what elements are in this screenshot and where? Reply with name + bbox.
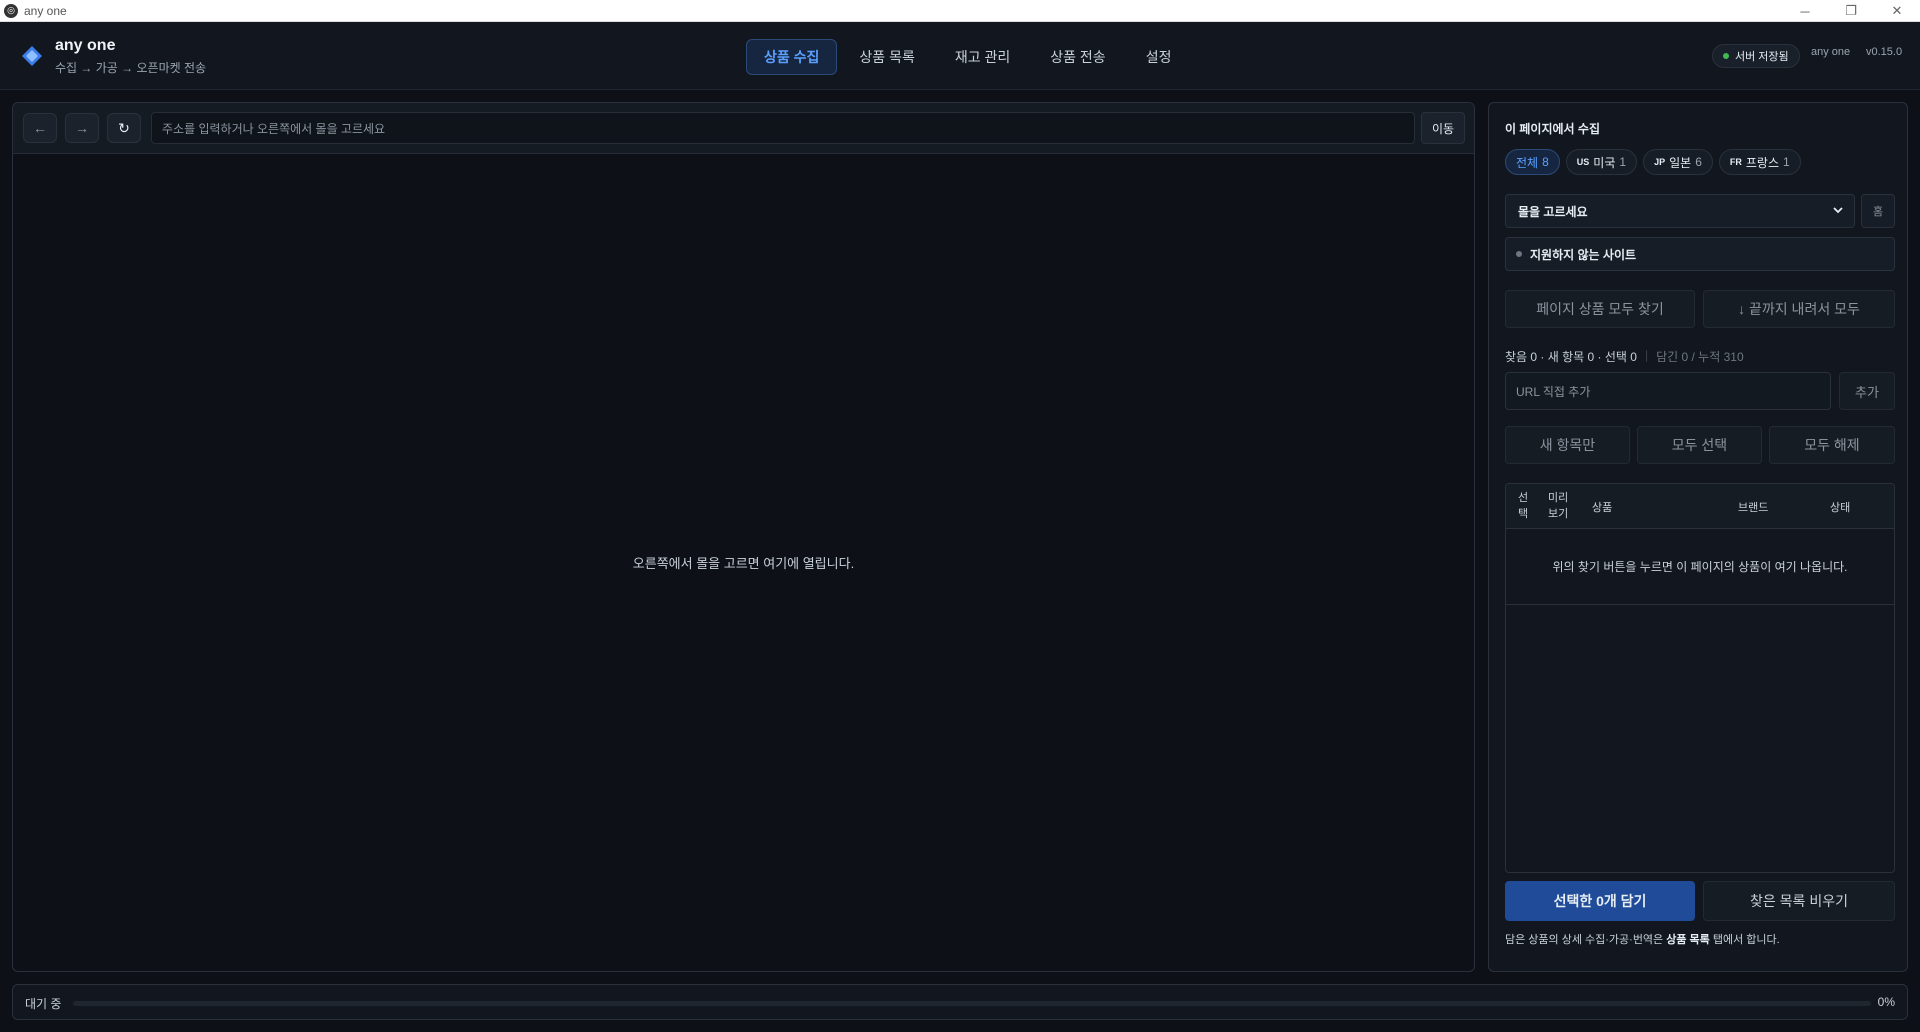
status-label: 대기 중 — [25, 997, 62, 1011]
new-only-button[interactable]: 새 항목만 — [1505, 426, 1630, 464]
top-nav: 상품 수집 상품 목록 재고 관리 상품 전송 설정 — [746, 39, 1189, 75]
server-status-badge: 서버 저장됨 — [1712, 44, 1800, 68]
window-controls: ─ ❐ ✕ — [1782, 0, 1920, 22]
collect-panel: 이 페이지에서 수집 전체 8 US 미국 1 JP 일본 6 FR 프랑스 1… — [1488, 102, 1908, 972]
refresh-icon: ↻ — [118, 119, 130, 136]
direct-url-input[interactable]: URL 직접 추가 — [1505, 372, 1831, 410]
scroll-find-all-button[interactable]: ↓ 끝까지 내려서 모두 — [1703, 290, 1895, 328]
refresh-button[interactable]: ↻ — [107, 113, 141, 143]
window-titlebar: ◎ any one ─ ❐ ✕ — [0, 0, 1920, 22]
site-support-status: 지원하지 않는 사이트 — [1505, 237, 1895, 271]
forward-button[interactable]: → — [65, 113, 99, 143]
url-input[interactable]: 주소를 입력하거나 오른쪽에서 몰을 고르세요 — [151, 112, 1415, 144]
mall-select[interactable]: 몰을 고르세요 — [1505, 194, 1855, 228]
col-brand: 브랜드 — [1738, 502, 1769, 514]
country-code: FR — [1729, 157, 1742, 167]
filter-chip-all[interactable]: 전체 8 — [1505, 149, 1560, 175]
chip-count: 6 — [1695, 155, 1702, 169]
chip-label: 전체 — [1516, 155, 1539, 170]
site-status-label: 지원하지 않는 사이트 — [1530, 247, 1637, 262]
go-button[interactable]: 이동 — [1421, 112, 1465, 144]
filter-chip-fr[interactable]: FR 프랑스 1 — [1718, 149, 1801, 175]
chip-count: 1 — [1619, 155, 1627, 169]
app-header: any one 수집 → 가공 → 오픈마켓 전송 상품 수집 상품 목록 재고… — [0, 22, 1920, 90]
table-header: 선택 미리 보기 상품 브랜드 상태 — [1506, 484, 1894, 529]
col-select: 선택 — [1518, 492, 1529, 520]
chip-label: 프랑스 — [1745, 155, 1779, 170]
total-stats: 담긴 0 / 누적 310 — [1656, 350, 1744, 364]
found-products-table: 선택 미리 보기 상품 브랜드 상태 위의 찾기 버튼을 누르면 이 페이지의 상… — [1505, 483, 1895, 873]
stats-divider: | — [1644, 348, 1649, 362]
collect-stats: 찾음 0 · 새 항목 0 · 선택 0 | 담긴 0 / 누적 310 — [1505, 348, 1744, 365]
country-code: US — [1576, 157, 1590, 167]
collect-footnote: 담은 상품의 상세 수집·가공·번역은 상품 목록 탭에서 합니다. — [1505, 931, 1780, 947]
status-dot-icon — [1723, 53, 1729, 59]
tab-collect[interactable]: 상품 수집 — [746, 39, 838, 75]
browser-toolbar: ← → ↻ 주소를 입력하거나 오른쪽에서 몰을 고르세요 이동 — [13, 103, 1474, 154]
user-name: any one — [1811, 46, 1851, 58]
embedded-browser: ← → ↻ 주소를 입력하거나 오른쪽에서 몰을 고르세요 이동 오른쪽에서 몰… — [12, 102, 1475, 972]
arrow-left-icon: ← — [33, 120, 47, 136]
clear-found-button[interactable]: 찾은 목록 비우기 — [1703, 881, 1895, 921]
app-subtitle: 수집 → 가공 → 오픈마켓 전송 — [55, 61, 207, 75]
mall-select-value: 몰을 고르세요 — [1518, 204, 1588, 219]
footnote-link-text: 상품 목록 — [1666, 934, 1710, 946]
col-status: 상태 — [1830, 502, 1851, 514]
filter-chip-jp[interactable]: JP 일본 6 — [1643, 149, 1713, 175]
found-stats: 찾음 0 · 새 항목 0 · 선택 0 — [1505, 350, 1637, 364]
filter-chip-us[interactable]: US 미국 1 — [1565, 149, 1638, 175]
restore-icon[interactable]: ❐ — [1828, 0, 1874, 22]
back-button[interactable]: ← — [23, 113, 57, 143]
app-version: v0.15.0 — [1866, 46, 1903, 58]
footnote-text: 담은 상품의 상세 수집·가공·번역은 — [1505, 934, 1667, 946]
find-all-products-button[interactable]: 페이지 상품 모두 찾기 — [1505, 290, 1695, 328]
close-icon[interactable]: ✕ — [1874, 0, 1920, 22]
add-url-button[interactable]: 추가 — [1839, 372, 1895, 410]
brand: any one 수집 → 가공 → 오픈마켓 전송 — [55, 37, 206, 76]
app-icon: ◎ — [4, 3, 18, 18]
chip-count: 8 — [1542, 155, 1549, 169]
tab-product-list[interactable]: 상품 목록 — [841, 39, 932, 75]
collect-title: 이 페이지에서 수집 — [1505, 122, 1600, 136]
minimize-icon[interactable]: ─ — [1782, 0, 1828, 22]
window-title: any one — [24, 3, 67, 18]
country-filter: 전체 8 US 미국 1 JP 일본 6 FR 프랑스 1 — [1505, 149, 1801, 175]
col-preview: 미리 보기 — [1548, 492, 1569, 520]
tab-inventory[interactable]: 재고 관리 — [937, 39, 1028, 75]
app-name: any one — [55, 37, 116, 54]
browser-empty-message: 오른쪽에서 몰을 고르면 여기에 열립니다. — [632, 556, 855, 571]
table-empty-message: 위의 찾기 버튼을 누르면 이 페이지의 상품이 여기 나옵니다. — [1506, 529, 1894, 605]
chip-label: 일본 — [1669, 155, 1692, 170]
tab-send[interactable]: 상품 전송 — [1032, 39, 1123, 75]
status-bar: 대기 중 0% — [12, 984, 1908, 1020]
chevron-down-icon — [1833, 207, 1843, 214]
progress-percent: 0% — [1877, 995, 1895, 1009]
home-button[interactable]: 홈 — [1861, 194, 1895, 228]
select-all-button[interactable]: 모두 선택 — [1637, 426, 1762, 464]
deselect-all-button[interactable]: 모두 해제 — [1769, 426, 1895, 464]
col-product: 상품 — [1592, 502, 1613, 514]
status-dot-icon — [1516, 251, 1522, 257]
arrow-right-icon: → — [75, 120, 89, 136]
chip-count: 1 — [1783, 155, 1790, 169]
progress-bar — [73, 1001, 1871, 1006]
diamond-logo-icon — [22, 46, 42, 66]
put-selected-button[interactable]: 선택한 0개 담기 — [1505, 881, 1695, 921]
country-code: JP — [1654, 157, 1666, 167]
tab-settings[interactable]: 설정 — [1128, 39, 1190, 75]
footnote-text-end: 탭에서 합니다. — [1709, 934, 1780, 946]
server-status-label: 서버 저장됨 — [1735, 51, 1789, 63]
chip-label: 미국 — [1593, 155, 1616, 170]
